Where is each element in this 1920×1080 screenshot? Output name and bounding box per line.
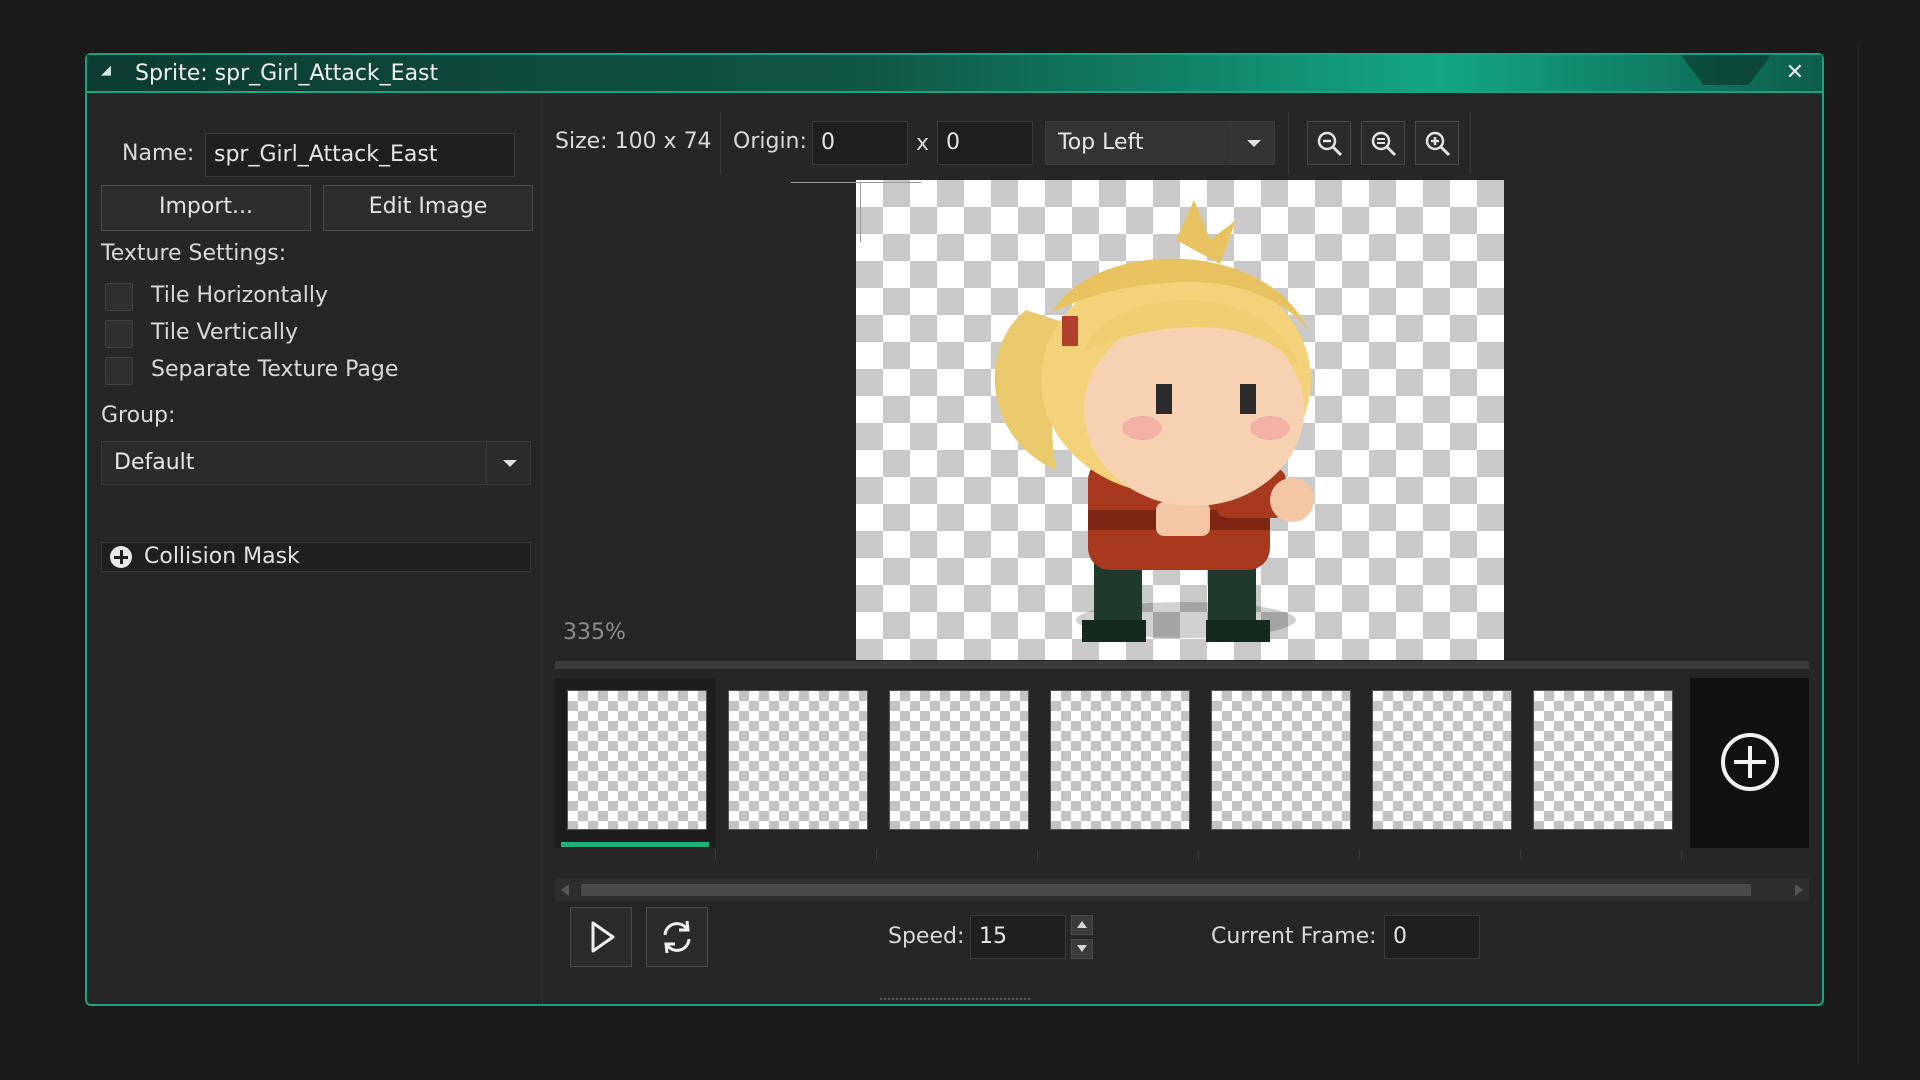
panel-divider [542,93,543,1004]
zoom-out-button[interactable] [1307,121,1351,165]
sprite-canvas[interactable] [856,180,1504,660]
tile-vertically-label: Tile Vertically [151,320,298,345]
play-icon [591,921,615,953]
name-label: Name: [122,141,195,166]
close-icon[interactable]: ✕ [1786,60,1804,85]
frame-image [1211,690,1351,830]
frame-thumbnail-3[interactable] [1038,678,1198,848]
origin-x-input[interactable]: 0 [812,121,908,165]
resize-grip[interactable] [880,998,1030,1003]
frame-image [1372,690,1512,830]
chevron-down-icon[interactable] [486,442,530,484]
zoom-out-icon [1317,131,1343,157]
window-title: Sprite: spr_Girl_Attack_East [135,61,439,86]
sprite-name-input[interactable]: spr_Girl_Attack_East [205,133,515,177]
group-select[interactable]: Default [101,441,531,485]
sprite-size-text: Size: 100 x 74 [555,129,712,154]
speed-input[interactable]: 15 [970,915,1066,959]
toolbar-separator [1470,112,1471,174]
origin-crosshair-vertical [860,182,861,242]
plus-icon[interactable] [110,546,132,568]
origin-label: Origin: [733,129,807,154]
chevron-down-icon[interactable] [1230,122,1274,164]
frame-strip [555,678,1809,860]
frame-strip-scrollbar[interactable] [555,878,1809,902]
zoom-reset-button[interactable] [1361,121,1405,165]
frame-tick [715,850,716,860]
collision-mask-label: Collision Mask [144,544,300,569]
import-button[interactable]: Import... [101,185,311,231]
toolbar-separator [1288,112,1289,174]
frame-tick [876,850,877,860]
tile-vertically-checkbox[interactable] [105,320,133,348]
separate-texture-page-label: Separate Texture Page [151,357,399,382]
frame-image [1050,690,1190,830]
group-label: Group: [101,403,176,428]
frame-thumbnail-2[interactable] [877,678,1037,848]
frame-strip-divider[interactable] [555,661,1809,669]
add-frame-button[interactable] [1690,678,1809,848]
frame-thumbnail-5[interactable] [1360,678,1520,848]
frame-image [728,690,868,830]
frame-tick [1681,850,1682,860]
zoom-in-icon [1425,131,1451,157]
collision-mask-section[interactable]: Collision Mask [101,542,531,572]
speed-label: Speed: [888,924,965,949]
tile-horizontally-checkbox[interactable] [105,283,133,311]
frame-thumbnail-1[interactable] [716,678,876,848]
current-frame-input[interactable]: 0 [1384,915,1480,959]
collapse-icon[interactable]: ◢ [101,63,111,78]
workspace-divider [1858,44,1859,1064]
origin-crosshair-horizontal [791,182,921,183]
group-select-value: Default [114,450,195,475]
scrollbar-thumb[interactable] [581,884,1751,896]
toolbar-separator [720,112,721,174]
frame-thumbnail-6[interactable] [1521,678,1681,848]
speed-decrement-button[interactable] [1071,939,1093,959]
frame-thumbnail-4[interactable] [1199,678,1359,848]
active-frame-indicator [561,842,709,847]
frame-thumbnail-0[interactable] [555,678,715,848]
origin-y-input[interactable]: 0 [937,121,1033,165]
tile-horizontally-label: Tile Horizontally [151,283,328,308]
frame-image [889,690,1029,830]
frame-tick [1520,850,1521,860]
speed-increment-button[interactable] [1071,915,1093,935]
origin-preset-value: Top Left [1058,130,1144,155]
properties-panel: Name: spr_Girl_Attack_East Import... Edi… [87,93,543,1004]
frame-tick [1198,850,1199,860]
add-frame-icon [1721,733,1779,791]
frame-image [1533,690,1673,830]
sprite-character-image [994,200,1314,642]
zoom-reset-icon [1371,131,1397,157]
zoom-in-button[interactable] [1415,121,1459,165]
scroll-right-icon[interactable] [1795,884,1803,896]
scroll-left-icon[interactable] [561,884,569,896]
loop-button[interactable] [646,907,708,967]
frame-image [567,690,707,830]
edit-image-button[interactable]: Edit Image [323,185,533,231]
loop-icon [663,920,691,954]
zoom-level-indicator: 335% [563,620,626,645]
current-frame-label: Current Frame: [1211,924,1377,949]
titlebar-notch [1681,55,1771,85]
origin-preset-select[interactable]: Top Left [1045,121,1275,165]
origin-separator: x [916,131,930,156]
separate-texture-page-checkbox[interactable] [105,357,133,385]
play-button[interactable] [570,907,632,967]
frame-tick [1037,850,1038,860]
frame-tick [1359,850,1360,860]
texture-settings-heading: Texture Settings: [101,241,287,266]
window-titlebar[interactable]: ◢ Sprite: spr_Girl_Attack_East ✕ [87,55,1822,93]
